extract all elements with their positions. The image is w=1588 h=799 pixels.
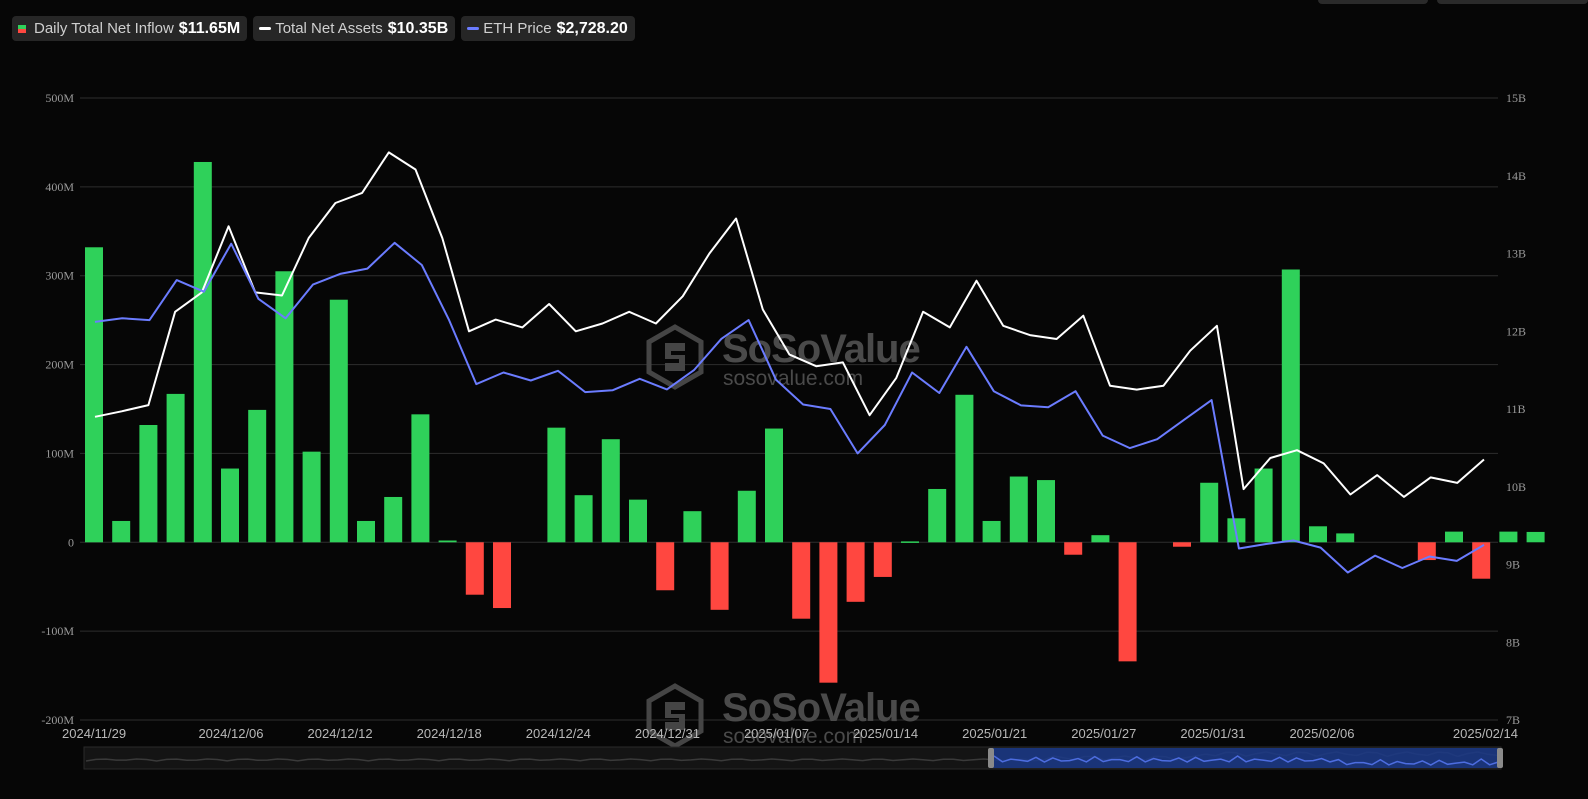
y-left-tick-label: 500M	[45, 91, 74, 105]
bar-series	[85, 161, 1545, 683]
y-left-tick-label: 0	[68, 535, 74, 549]
net-inflow-bar[interactable]	[656, 542, 675, 591]
net-inflow-bar[interactable]	[248, 409, 267, 543]
range-navigator[interactable]	[83, 746, 1503, 770]
x-tick-label: 2024/11/29	[62, 726, 126, 741]
net-inflow-bar[interactable]	[357, 520, 375, 543]
net-inflow-bar[interactable]	[1009, 476, 1028, 543]
y-left-tick-label: -200M	[41, 713, 74, 727]
net-inflow-bar[interactable]	[683, 511, 702, 543]
y-right-tick-label: 12B	[1506, 324, 1526, 338]
net-inflow-bar[interactable]	[112, 520, 131, 543]
net-inflow-bar[interactable]	[765, 428, 783, 543]
net-inflow-bar[interactable]	[139, 424, 158, 543]
y-right-tick-label: 15B	[1506, 91, 1526, 105]
y-right-tick-label: 7B	[1506, 713, 1520, 727]
net-inflow-bar[interactable]	[1526, 531, 1545, 543]
watermark-title: SoSoValue	[722, 327, 920, 371]
net-inflow-bar[interactable]	[85, 247, 103, 543]
net-inflow-bar[interactable]	[601, 439, 620, 543]
total-net-assets-line[interactable]	[94, 151, 1485, 498]
net-inflow-bar[interactable]	[302, 451, 321, 543]
x-axis: 2024/11/29 2024/12/06 2024/12/12 2024/12/18…	[62, 726, 1518, 741]
x-tick-label: 2025/02/06	[1289, 726, 1354, 741]
y-left-tick-label: 100M	[45, 446, 74, 460]
net-inflow-bar[interactable]	[819, 542, 838, 683]
y-right-tick-label: 11B	[1506, 402, 1526, 416]
net-inflow-bar[interactable]	[1254, 468, 1273, 543]
net-inflow-bar[interactable]	[193, 161, 212, 543]
net-inflow-bar[interactable]	[465, 542, 484, 595]
net-inflow-bar[interactable]	[846, 542, 865, 602]
net-inflow-bar[interactable]	[1281, 269, 1300, 543]
net-inflow-bar[interactable]	[928, 488, 947, 543]
net-inflow-bar[interactable]	[1336, 533, 1355, 543]
net-inflow-bar[interactable]	[1200, 482, 1219, 543]
net-inflow-bar[interactable]	[493, 542, 511, 609]
net-inflow-bar[interactable]	[384, 496, 403, 543]
net-inflow-bar[interactable]	[629, 499, 647, 543]
net-inflow-bar[interactable]	[1064, 542, 1083, 555]
watermark-subtitle: sosovalue.com	[723, 367, 863, 390]
y-right-tick-label: 10B	[1506, 480, 1526, 494]
net-inflow-bar[interactable]	[710, 542, 729, 610]
x-tick-label: 2025/01/14	[853, 726, 918, 741]
net-inflow-bar[interactable]	[1091, 535, 1110, 543]
y-right-tick-label: 9B	[1506, 558, 1520, 572]
net-inflow-bar[interactable]	[737, 490, 756, 543]
watermark-center: SoSoValue sosovalue.com	[646, 324, 921, 390]
x-tick-label: 2024/12/18	[417, 726, 482, 741]
sosovalue-logo-icon	[646, 324, 704, 390]
net-inflow-bar[interactable]	[1499, 531, 1518, 543]
y-left-tick-label: 300M	[45, 269, 74, 283]
net-inflow-bar[interactable]	[873, 542, 892, 577]
net-inflow-bar[interactable]	[547, 427, 566, 543]
y-left-tick-label: 200M	[45, 358, 74, 372]
y-right-tick-label: 13B	[1506, 247, 1526, 261]
net-inflow-bar[interactable]	[1309, 526, 1327, 543]
x-tick-label: 2025/01/21	[962, 726, 1027, 741]
navigator-left-handle[interactable]	[988, 748, 994, 768]
x-tick-label: 2025/02/14	[1453, 726, 1518, 741]
x-tick-label: 2025/01/27	[1071, 726, 1136, 741]
y-left-tick-label: 400M	[45, 180, 74, 194]
net-inflow-bar[interactable]	[982, 520, 1001, 543]
net-inflow-bar[interactable]	[1445, 531, 1463, 543]
net-inflow-bar[interactable]	[574, 495, 593, 543]
chart[interactable]: SoSoValue sosovalue.com SoSoValue sosova…	[0, 0, 1588, 799]
net-inflow-bar[interactable]	[792, 542, 811, 619]
net-inflow-bar[interactable]	[166, 393, 185, 543]
x-tick-label: 2024/12/06	[198, 726, 263, 741]
net-inflow-bar[interactable]	[1118, 542, 1137, 662]
net-inflow-bar[interactable]	[1472, 542, 1491, 579]
net-inflow-bar[interactable]	[221, 468, 239, 543]
x-tick-label: 2024/12/12	[308, 726, 373, 741]
y-left-tick-label: -100M	[41, 624, 74, 638]
navigator-right-handle[interactable]	[1497, 748, 1503, 768]
left-axis: 500M 400M 300M 200M 100M 0 -100M -200M	[41, 91, 74, 727]
x-tick-label: 2025/01/31	[1180, 726, 1245, 741]
net-inflow-bar[interactable]	[1037, 480, 1055, 543]
y-right-tick-label: 14B	[1506, 169, 1526, 183]
net-inflow-bar[interactable]	[438, 540, 457, 543]
net-inflow-bar[interactable]	[329, 299, 348, 543]
net-inflow-bar[interactable]	[901, 541, 919, 543]
right-axis: 15B 14B 13B 12B 11B 10B 9B 8B 7B	[1506, 91, 1526, 727]
watermark-title: SoSoValue	[722, 686, 920, 730]
y-right-tick-label: 8B	[1506, 635, 1520, 649]
net-inflow-bar[interactable]	[411, 414, 430, 543]
net-inflow-bar[interactable]	[955, 394, 974, 543]
net-inflow-bar[interactable]	[1173, 542, 1191, 547]
navigator-selected-range[interactable]	[992, 748, 1500, 768]
x-tick-label: 2024/12/31	[635, 726, 700, 741]
x-tick-label: 2024/12/24	[526, 726, 591, 741]
x-tick-label: 2025/01/07	[744, 726, 809, 741]
